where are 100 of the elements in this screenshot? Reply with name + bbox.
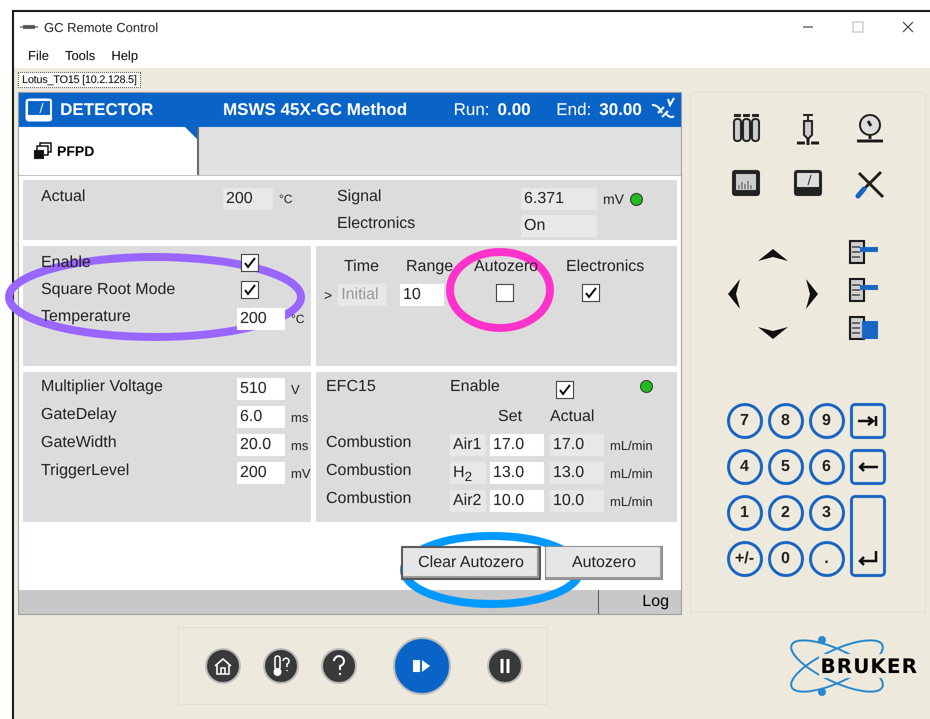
meter-icon <box>25 98 52 122</box>
autozero-button[interactable]: Autozero <box>545 546 663 580</box>
unit-label: mL/min <box>610 438 653 452</box>
keypad-key[interactable]: 1 <box>726 495 762 531</box>
column-header: Autozero <box>474 258 538 276</box>
gas-label: H$_{2}$ <box>450 462 486 484</box>
setting-label: Enable <box>41 254 91 272</box>
pause-button[interactable] <box>487 648 523 684</box>
menu-item[interactable]: File <box>22 46 55 64</box>
input-field[interactable]: 510 <box>237 378 285 400</box>
keypad-key[interactable]: 7 <box>726 403 762 439</box>
actual-field: 10.0 <box>550 490 604 512</box>
enter-icon <box>856 550 878 566</box>
tools-icon[interactable] <box>855 169 885 199</box>
unit-label: mL/min <box>610 466 653 480</box>
keypad-key[interactable]: 8 <box>768 403 804 439</box>
run-label: Run: <box>454 100 490 120</box>
field-label: Electronics <box>337 215 416 233</box>
set-field[interactable]: 13.0 <box>490 462 544 484</box>
unit-label: ms <box>291 410 308 424</box>
close-icon[interactable] <box>900 19 916 35</box>
unit-label: °C <box>291 312 304 326</box>
checkmark-icon <box>244 257 256 269</box>
pause-icon <box>500 659 510 673</box>
list-icon[interactable] <box>848 315 880 341</box>
gas-label: Air1 <box>450 434 486 456</box>
end-label: End: <box>556 100 592 120</box>
keypad-key[interactable]: 4 <box>726 449 762 485</box>
gc-icon <box>20 23 38 31</box>
column-header: Actual <box>550 408 594 426</box>
checkmark-icon <box>244 284 256 296</box>
keypad-key[interactable]: 9 <box>808 403 844 439</box>
row-marker: > <box>324 287 332 303</box>
temperature-help-button[interactable] <box>263 648 299 684</box>
tab-arrow-icon <box>856 415 878 427</box>
end-value: 30.00 <box>599 100 642 120</box>
log-tab[interactable]: Log <box>598 590 681 614</box>
input-field[interactable]: 6.0 <box>237 406 285 428</box>
module-title: DETECTOR <box>60 100 154 120</box>
home-button[interactable] <box>205 648 241 684</box>
checkbox[interactable] <box>241 281 259 299</box>
range-field[interactable]: 10 <box>400 284 444 306</box>
param-label: GateDelay <box>41 406 117 424</box>
flow-label: Combustion <box>326 462 412 480</box>
backspace-key[interactable] <box>850 449 886 485</box>
connection-tab[interactable]: Lotus_TO15 [10.2.128.5] <box>18 72 141 88</box>
unit-label: °C <box>279 192 292 206</box>
gauge-icon[interactable] <box>855 113 885 145</box>
keypad-key[interactable]: 5 <box>768 449 804 485</box>
input-field[interactable]: 200 <box>237 308 285 330</box>
checkbox[interactable] <box>582 284 600 302</box>
value-field: On <box>521 215 597 237</box>
column-header: Time <box>344 258 379 276</box>
column-header: Range <box>406 258 454 276</box>
list-icon[interactable] <box>848 239 880 265</box>
keypad-key[interactable]: 6 <box>808 449 844 485</box>
menu-item[interactable]: Tools <box>58 46 102 64</box>
chromatogram-icon[interactable] <box>731 169 761 197</box>
time-field: Initial <box>338 284 386 306</box>
list-icon[interactable] <box>848 277 880 303</box>
menu-item[interactable]: Help <box>105 46 144 64</box>
column-header: Electronics <box>566 258 644 276</box>
set-field[interactable]: 17.0 <box>490 434 544 456</box>
unit-label: V <box>291 382 300 396</box>
field-label: Signal <box>337 188 382 206</box>
brand-logo: BRUKER <box>818 654 920 678</box>
detector-tab[interactable]: PFPD <box>19 127 199 175</box>
unit-label: mV <box>603 191 624 207</box>
keypad-key[interactable]: 3 <box>808 495 844 531</box>
play-icon <box>413 659 431 673</box>
tab-key[interactable] <box>850 403 886 439</box>
checkmark-icon <box>559 384 571 396</box>
checkbox[interactable] <box>241 254 259 272</box>
set-field[interactable]: 10.0 <box>490 490 544 512</box>
gas-label: Air2 <box>450 490 486 512</box>
syringe-icon[interactable] <box>795 113 821 147</box>
autozero-button[interactable]: Clear Autozero <box>401 546 541 580</box>
keypad-key[interactable]: . <box>808 541 844 577</box>
enable-label: Enable <box>450 378 500 396</box>
vials-icon[interactable] <box>731 113 761 143</box>
param-label: GateWidth <box>41 434 117 452</box>
keypad-key[interactable]: 2 <box>768 495 804 531</box>
input-field[interactable]: 20.0 <box>237 434 285 456</box>
input-field[interactable]: 200 <box>237 462 285 484</box>
keypad-key[interactable]: 0 <box>768 541 804 577</box>
flow-label: Combustion <box>326 490 412 508</box>
actual-field: 13.0 <box>550 462 604 484</box>
help-button[interactable] <box>321 648 357 684</box>
param-label: TriggerLevel <box>41 462 130 480</box>
meter-icon[interactable] <box>793 169 823 197</box>
actual-field: 17.0 <box>550 434 604 456</box>
method-title: MSWS 45X-GC Method <box>222 100 408 120</box>
enter-key[interactable] <box>850 495 886 577</box>
setting-label: Square Root Mode <box>41 281 176 299</box>
windows-icon <box>33 142 53 160</box>
checkbox[interactable] <box>556 381 574 399</box>
setting-label: Temperature <box>41 308 131 326</box>
keypad-key[interactable]: +/- <box>726 541 762 577</box>
param-label: Multiplier Voltage <box>41 378 163 396</box>
checkbox[interactable] <box>496 284 514 302</box>
